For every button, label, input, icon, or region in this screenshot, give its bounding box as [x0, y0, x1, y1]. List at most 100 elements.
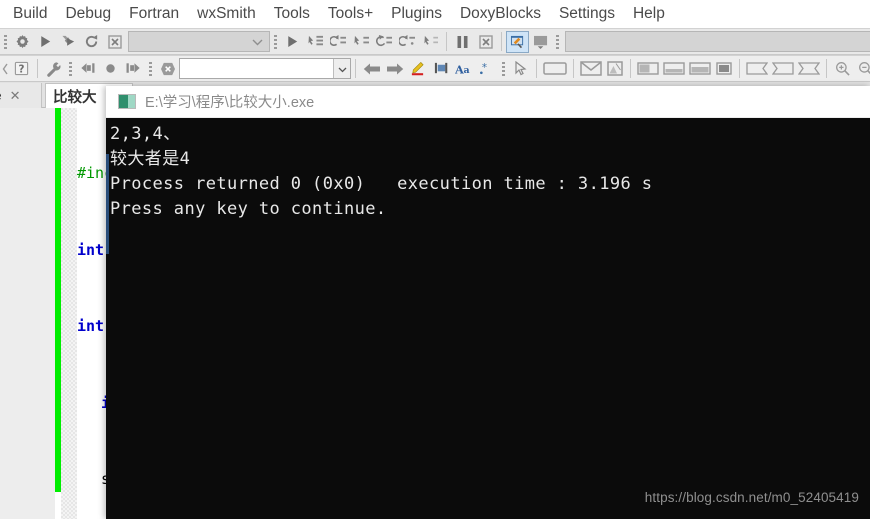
sizer-horizontal-button[interactable] — [744, 58, 770, 80]
zoom-out-icon — [858, 61, 870, 76]
envelope-icon — [580, 61, 602, 76]
step-out-button[interactable] — [373, 31, 396, 53]
editor-tab-partial-label: re — [0, 88, 2, 103]
image-widget-button[interactable] — [604, 58, 626, 80]
build-target-combo[interactable] — [128, 31, 270, 52]
toolbar-separator — [501, 32, 502, 51]
menu-item-debug[interactable]: Debug — [56, 2, 120, 26]
editor-tab-partial[interactable]: re ✕ — [0, 83, 42, 108]
layout-bottom-button[interactable] — [661, 58, 687, 80]
back-button[interactable] — [360, 58, 383, 80]
menu-item-doxyblocks[interactable]: DoxyBlocks — [451, 2, 550, 26]
layout-solid-button[interactable] — [713, 58, 735, 80]
highlight-button[interactable] — [406, 58, 429, 80]
zoom-out-button[interactable] — [854, 58, 870, 80]
layout-fill-button[interactable] — [687, 58, 713, 80]
menu-item-tools-plus[interactable]: Tools+ — [319, 2, 382, 26]
menu-item-settings[interactable]: Settings — [550, 2, 624, 26]
toolbar-grip-bookmarks[interactable] — [67, 59, 74, 78]
run-button[interactable] — [34, 31, 57, 53]
watermark-text: https://blog.csdn.net/m0_52405419 — [644, 490, 859, 505]
panel-widget-button[interactable] — [541, 58, 569, 80]
toolbar-separator — [826, 59, 827, 78]
panel-icon — [543, 62, 567, 75]
console-window[interactable]: E:\学习\程序\比较大小.exe 2,3,4、 较大者是4 Process r… — [106, 86, 870, 519]
regex-icon: * — [479, 62, 494, 76]
search-combo[interactable] — [179, 58, 351, 79]
zoom-in-button[interactable] — [831, 58, 854, 80]
console-title-bar[interactable]: E:\学习\程序\比较大小.exe — [106, 86, 870, 118]
various-info-button[interactable] — [529, 31, 552, 53]
arrow-left-icon — [363, 63, 381, 75]
layout-top-icon — [637, 62, 659, 75]
build-and-run-button[interactable] — [57, 31, 80, 53]
chevron-down-icon — [338, 60, 347, 78]
next-instruction-button[interactable] — [396, 31, 419, 53]
sizer-both-button[interactable] — [796, 58, 822, 80]
menu-item-plugins[interactable]: Plugins — [382, 2, 451, 26]
insert-button[interactable] — [429, 58, 452, 80]
insert-icon — [433, 61, 449, 76]
code-token: int — [77, 317, 105, 335]
stop-debugger-button[interactable] — [474, 31, 497, 53]
menu-item-help[interactable]: Help — [624, 2, 674, 26]
run-html-help-button[interactable] — [42, 58, 65, 80]
arrow-right-icon — [386, 63, 404, 75]
pause-icon — [456, 35, 469, 49]
toolbar-separator — [355, 59, 356, 78]
chevron-left-icon — [2, 63, 9, 75]
menu-item-tools[interactable]: Tools — [265, 2, 319, 26]
menu-item-fortran[interactable]: Fortran — [120, 2, 188, 26]
toolbar-grip-wxsmith[interactable] — [500, 59, 507, 78]
wrench-icon — [46, 61, 62, 77]
menu-item-wxsmith[interactable]: wxSmith — [188, 2, 265, 26]
pointer-tool-button[interactable] — [509, 58, 532, 80]
previous-toolbar-button[interactable] — [0, 58, 10, 80]
step-instruction-button[interactable] — [419, 31, 442, 53]
toolbar-separator — [630, 59, 631, 78]
match-case-button[interactable]: A a — [452, 58, 475, 80]
close-icon[interactable]: ✕ — [10, 88, 21, 104]
run-to-cursor-button[interactable] — [304, 31, 327, 53]
toggle-bookmark-button[interactable] — [99, 58, 122, 80]
sizer-both-icon — [798, 62, 820, 75]
next-line-button[interactable] — [327, 31, 350, 53]
clear-icon — [160, 62, 176, 76]
svg-text:*: * — [482, 62, 487, 74]
stop-debugger-icon — [478, 34, 493, 49]
abort-icon — [107, 34, 122, 49]
break-debugger-button[interactable] — [451, 31, 474, 53]
forward-button[interactable] — [383, 58, 406, 80]
doxyblocks-combo[interactable] — [565, 31, 870, 52]
help-button[interactable]: ? — [10, 58, 33, 80]
sizer-left-button[interactable] — [770, 58, 796, 80]
debug-continue-button[interactable] — [281, 31, 304, 53]
svg-text:a: a — [464, 65, 470, 76]
rebuild-button[interactable] — [80, 31, 103, 53]
zoom-in-icon — [835, 61, 850, 76]
toolbar-grip[interactable] — [2, 32, 9, 51]
layout-top-button[interactable] — [635, 58, 661, 80]
console-output-area[interactable]: 2,3,4、 较大者是4 Process returned 0 (0x0) ex… — [106, 118, 870, 519]
envelope-widget-button[interactable] — [578, 58, 604, 80]
toolbar-grip-doxyblocks[interactable] — [554, 32, 561, 51]
regex-button[interactable]: * — [475, 58, 498, 80]
dot-icon — [104, 62, 117, 75]
next-bookmark-button[interactable] — [122, 58, 145, 80]
clear-bookmarks-button[interactable] — [156, 58, 179, 80]
toolbar-grip-debug[interactable] — [272, 32, 279, 51]
editor-fold-margin[interactable] — [61, 108, 77, 519]
build-button[interactable] — [11, 31, 34, 53]
layout-bottom-icon — [663, 62, 685, 75]
abort-button[interactable] — [103, 31, 126, 53]
step-into-button[interactable] — [350, 31, 373, 53]
toolbar-grip-search[interactable] — [147, 59, 154, 78]
gear-icon — [15, 34, 30, 49]
step-out-icon — [376, 34, 393, 49]
debugging-windows-button[interactable] — [506, 30, 529, 53]
menu-item-build[interactable]: Build — [4, 2, 56, 26]
image-icon — [607, 61, 623, 76]
search-dropdown-button[interactable] — [333, 59, 350, 78]
prev-bookmark-button[interactable] — [76, 58, 99, 80]
next-line-icon — [330, 34, 347, 49]
